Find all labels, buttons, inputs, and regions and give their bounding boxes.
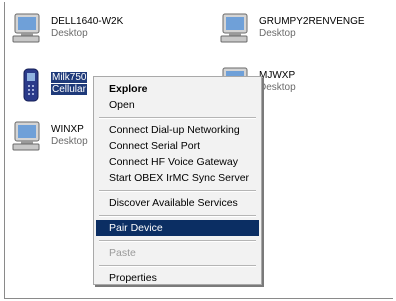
device-type: Desktop (51, 136, 88, 147)
menu-item-discover-available-services[interactable]: Discover Available Services (96, 195, 259, 211)
menu-separator (99, 265, 256, 267)
device-name: DELL1640-W2K (51, 16, 124, 27)
device-name: MJWXP (259, 70, 296, 81)
menu-item-paste: Paste (109, 247, 136, 259)
device-type: Desktop (259, 82, 296, 93)
desktop-computer-icon (220, 13, 248, 43)
context-menu: Explore Open Connect Dial-up Networking … (93, 76, 262, 285)
menu-item-connect-dial-up-networking[interactable]: Connect Dial-up Networking (96, 122, 259, 138)
cell-phone-icon (23, 68, 39, 102)
menu-item-connect-hf-voice-gateway[interactable]: Connect HF Voice Gateway (96, 154, 259, 170)
desktop-computer-icon (12, 13, 40, 43)
desktop-computer-icon (12, 121, 40, 151)
menu-item-properties[interactable]: Properties (96, 270, 259, 286)
menu-item-connect-serial-port[interactable]: Connect Serial Port (96, 138, 259, 154)
menu-separator (99, 190, 256, 192)
menu-separator (99, 117, 256, 119)
device-name: WINXP (51, 124, 84, 135)
menu-item-open[interactable]: Open (96, 97, 259, 113)
device-type: Desktop (51, 28, 88, 39)
menu-item-explore[interactable]: Explore (96, 81, 259, 97)
menu-item-pair-device[interactable]: Pair Device (96, 220, 259, 236)
menu-separator (99, 215, 256, 217)
device-name: Milk750 (51, 72, 88, 83)
device-name: GRUMPY2RENVENGE (259, 16, 365, 27)
menu-separator (99, 240, 256, 242)
device-type: Cellular (51, 84, 87, 95)
device-type: Desktop (259, 28, 296, 39)
menu-item-start-obex-irmc-sync-server[interactable]: Start OBEX IrMC Sync Server (96, 170, 259, 186)
